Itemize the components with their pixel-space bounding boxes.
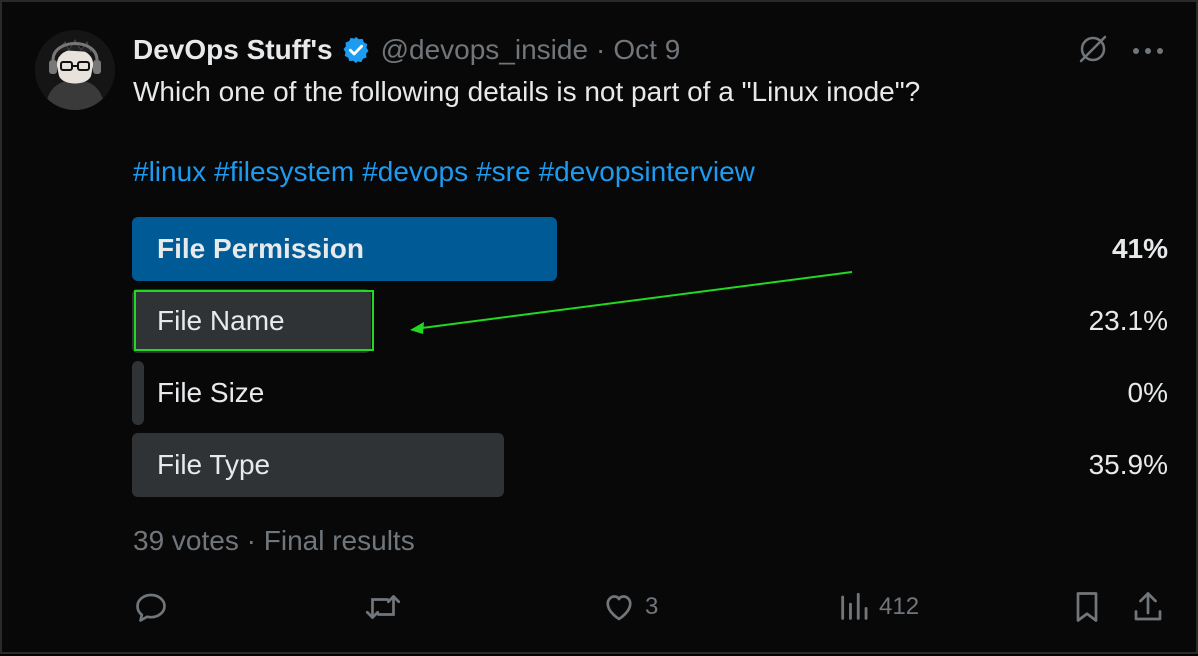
views-button[interactable]: 412 bbox=[837, 587, 919, 627]
hashtag-list: #linux #filesystem #devops #sre #devopsi… bbox=[133, 156, 755, 188]
tweet-action-bar: 3 412 bbox=[133, 587, 1168, 627]
like-button[interactable]: 3 bbox=[601, 587, 658, 627]
reply-button[interactable] bbox=[133, 587, 169, 627]
poll-option-file-size: File Size 0% bbox=[132, 361, 1168, 425]
poll-meta: 39 votes · Final results bbox=[133, 525, 415, 557]
bookmark-button[interactable] bbox=[1070, 587, 1104, 627]
reply-icon bbox=[136, 593, 166, 622]
hashtag-link[interactable]: #devopsinterview bbox=[539, 156, 755, 188]
poll-meta-separator: · bbox=[238, 525, 264, 556]
bookmark-icon bbox=[1076, 592, 1098, 622]
avatar-image bbox=[35, 30, 115, 110]
poll-option-label: File Size bbox=[157, 377, 265, 408]
retweet-button[interactable] bbox=[363, 587, 403, 627]
header-separator: · bbox=[596, 34, 606, 65]
poll-vote-count: 39 votes bbox=[133, 525, 239, 556]
poll-option-label: File Name bbox=[157, 305, 285, 336]
poll-result-bar bbox=[132, 361, 144, 425]
more-options-icon[interactable] bbox=[1132, 43, 1164, 61]
like-count: 3 bbox=[645, 593, 659, 620]
poll-option-file-name: File Name 23.1% bbox=[132, 289, 1168, 353]
poll-option-percent: 35.9% bbox=[1088, 449, 1168, 480]
hashtag-link[interactable]: #filesystem bbox=[214, 156, 354, 188]
tweet-text: Which one of the following details is no… bbox=[133, 76, 921, 107]
avatar[interactable] bbox=[35, 30, 115, 110]
poll-option-percent: 23.1% bbox=[1088, 305, 1168, 336]
poll-option-file-permission: File Permission 41% bbox=[132, 217, 1168, 281]
tweet-top-actions bbox=[1076, 32, 1164, 71]
share-icon bbox=[1134, 592, 1162, 621]
poll-option-label: File Permission bbox=[157, 233, 364, 264]
views-count: 412 bbox=[879, 593, 920, 620]
poll-option-percent: 0% bbox=[1127, 377, 1168, 408]
hashtag-link[interactable]: #sre bbox=[476, 156, 530, 188]
hashtag-link[interactable]: #devops bbox=[362, 156, 468, 188]
tweet-header: DevOps Stuff's @devops_inside · Oct 9 bbox=[133, 30, 680, 70]
share-button[interactable] bbox=[1131, 587, 1165, 627]
grok-icon[interactable] bbox=[1076, 32, 1110, 71]
tweet-date[interactable]: Oct 9 bbox=[613, 34, 680, 66]
views-icon bbox=[841, 592, 868, 620]
poll-option-percent: 41% bbox=[1111, 233, 1168, 264]
heart-icon bbox=[606, 595, 632, 621]
verified-badge-icon bbox=[341, 35, 371, 65]
author-name[interactable]: DevOps Stuff's bbox=[133, 34, 333, 66]
poll-option-label: File Type bbox=[157, 449, 271, 480]
tweet-card: DevOps Stuff's @devops_inside · Oct 9 Wh bbox=[0, 0, 1198, 654]
hashtag-link[interactable]: #linux bbox=[133, 156, 206, 188]
author-handle[interactable]: @devops_inside bbox=[381, 34, 588, 66]
retweet-icon bbox=[365, 595, 401, 619]
poll: File Permission 41% File Name 23.1% File… bbox=[132, 217, 1168, 505]
poll-status: Final results bbox=[263, 525, 415, 556]
poll-option-file-type: File Type 35.9% bbox=[132, 433, 1168, 497]
